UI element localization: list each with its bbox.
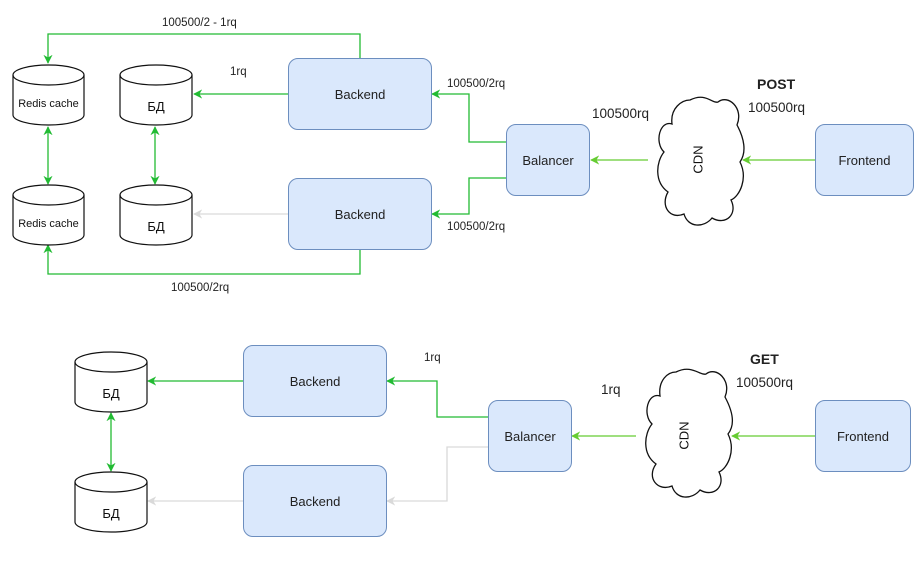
post-backend-bottom-to-redis-rate: 100500/2rq (171, 282, 230, 294)
backend-bottom-node-get-label: Backend (289, 493, 341, 509)
backend-top-node-get-label: Backend (289, 373, 341, 389)
post-backend-top-to-redis-rate: 100500/2 - 1rq (162, 17, 237, 29)
balancer-node-get-label: Balancer (504, 428, 556, 444)
backend-top-node-post[interactable]: Backend (288, 58, 432, 130)
balancer-node-post-label: Balancer (522, 152, 574, 168)
get-method-label: GET (750, 351, 779, 367)
get-cdn-to-balancer-rate: 1rq (601, 382, 621, 397)
cdn-node-get-label: CDN (676, 421, 692, 450)
post-cdn-to-balancer-rate: 100500rq (592, 106, 650, 121)
backend-top-node-get[interactable]: Backend (243, 345, 387, 417)
backend-top-node-post-label: Backend (334, 86, 386, 102)
get-balancer-to-backend-top-rate: 1rq (424, 352, 441, 364)
frontend-node-post[interactable]: Frontend (815, 124, 914, 196)
db-bottom-post-label: БД (147, 218, 165, 234)
db-top-get-label: БД (102, 385, 120, 401)
edge-balancer-to-backend-bottom-get (386, 446, 488, 506)
redis-cache-top-post-label: Redis cache (18, 98, 79, 110)
post-method-label: POST (757, 76, 796, 92)
post-frontend-to-cdn-rate: 100500rq (748, 100, 806, 115)
edge-balancer-to-backend-top-get (386, 376, 488, 418)
backend-bottom-node-post-label: Backend (334, 206, 386, 222)
balancer-node-get[interactable]: Balancer (488, 400, 572, 472)
redis-cache-bottom-post-label: Redis cache (18, 218, 79, 230)
frontend-node-get[interactable]: Frontend (815, 400, 911, 472)
db-top-post-label: БД (147, 98, 165, 114)
frontend-node-get-label: Frontend (836, 428, 890, 444)
backend-bottom-node-post[interactable]: Backend (288, 178, 432, 250)
get-frontend-to-cdn-rate: 100500rq (736, 375, 794, 390)
frontend-node-post-label: Frontend (838, 152, 891, 168)
post-balancer-to-backend-bottom-rate: 100500/2rq (447, 221, 506, 233)
edge-balancer-to-backend-bottom-post (431, 177, 506, 219)
cdn-node-post-label: CDN (690, 145, 706, 174)
cylinders (12, 64, 193, 533)
db-bottom-get-label: БД (102, 505, 120, 521)
edge-balancer-to-backend-top-post (431, 89, 506, 143)
balancer-node-post[interactable]: Balancer (506, 124, 590, 196)
post-balancer-to-backend-top-rate: 100500/2rq (447, 78, 506, 90)
post-backend-top-to-db-rate: 1rq (230, 66, 247, 78)
backend-bottom-node-get[interactable]: Backend (243, 465, 387, 537)
